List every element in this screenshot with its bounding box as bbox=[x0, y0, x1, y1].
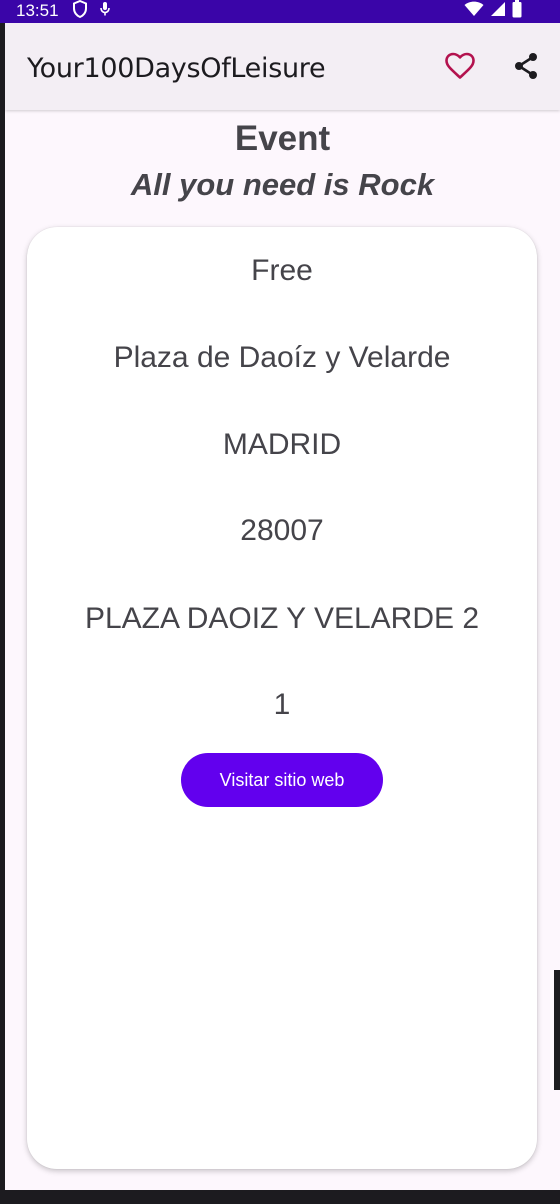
number-text: 1 bbox=[273, 688, 291, 721]
visit-website-button[interactable]: Visitar sitio web bbox=[181, 753, 383, 807]
signal-icon bbox=[490, 1, 506, 22]
venue-text: Plaza de Daoíz y Velarde bbox=[113, 341, 451, 374]
wifi-icon bbox=[464, 1, 484, 22]
edge-handle bbox=[554, 970, 560, 1090]
price-text: Free bbox=[251, 254, 313, 287]
city-text: MADRID bbox=[222, 428, 342, 461]
shield-icon bbox=[72, 0, 88, 23]
status-right-icons bbox=[464, 0, 522, 23]
status-bar: 13:51 bbox=[0, 0, 560, 23]
postal-code-text: 28007 bbox=[240, 514, 324, 547]
heart-outline-icon bbox=[445, 52, 475, 85]
event-details-card: Free Plaza de Daoíz y Velarde MADRID 280… bbox=[27, 227, 537, 1169]
favorite-button[interactable] bbox=[443, 51, 477, 85]
share-icon bbox=[512, 52, 540, 85]
street-text: PLAZA DAOIZ Y VELARDE 2 bbox=[84, 602, 480, 635]
app-title: Your100DaysOfLeisure bbox=[27, 53, 326, 84]
device-frame: 13:51 Your100DaysOfLeisure Event All you… bbox=[0, 0, 560, 1204]
app-screen: Your100DaysOfLeisure Event All you need … bbox=[5, 23, 560, 1190]
battery-icon bbox=[512, 0, 522, 23]
status-time: 13:51 bbox=[16, 1, 59, 20]
event-heading: Event bbox=[234, 119, 331, 158]
share-button[interactable] bbox=[509, 51, 543, 85]
event-title: All you need is Rock bbox=[130, 167, 435, 202]
top-app-bar: Your100DaysOfLeisure bbox=[5, 23, 560, 110]
microphone-icon bbox=[100, 1, 110, 22]
status-left-icons bbox=[72, 0, 110, 23]
